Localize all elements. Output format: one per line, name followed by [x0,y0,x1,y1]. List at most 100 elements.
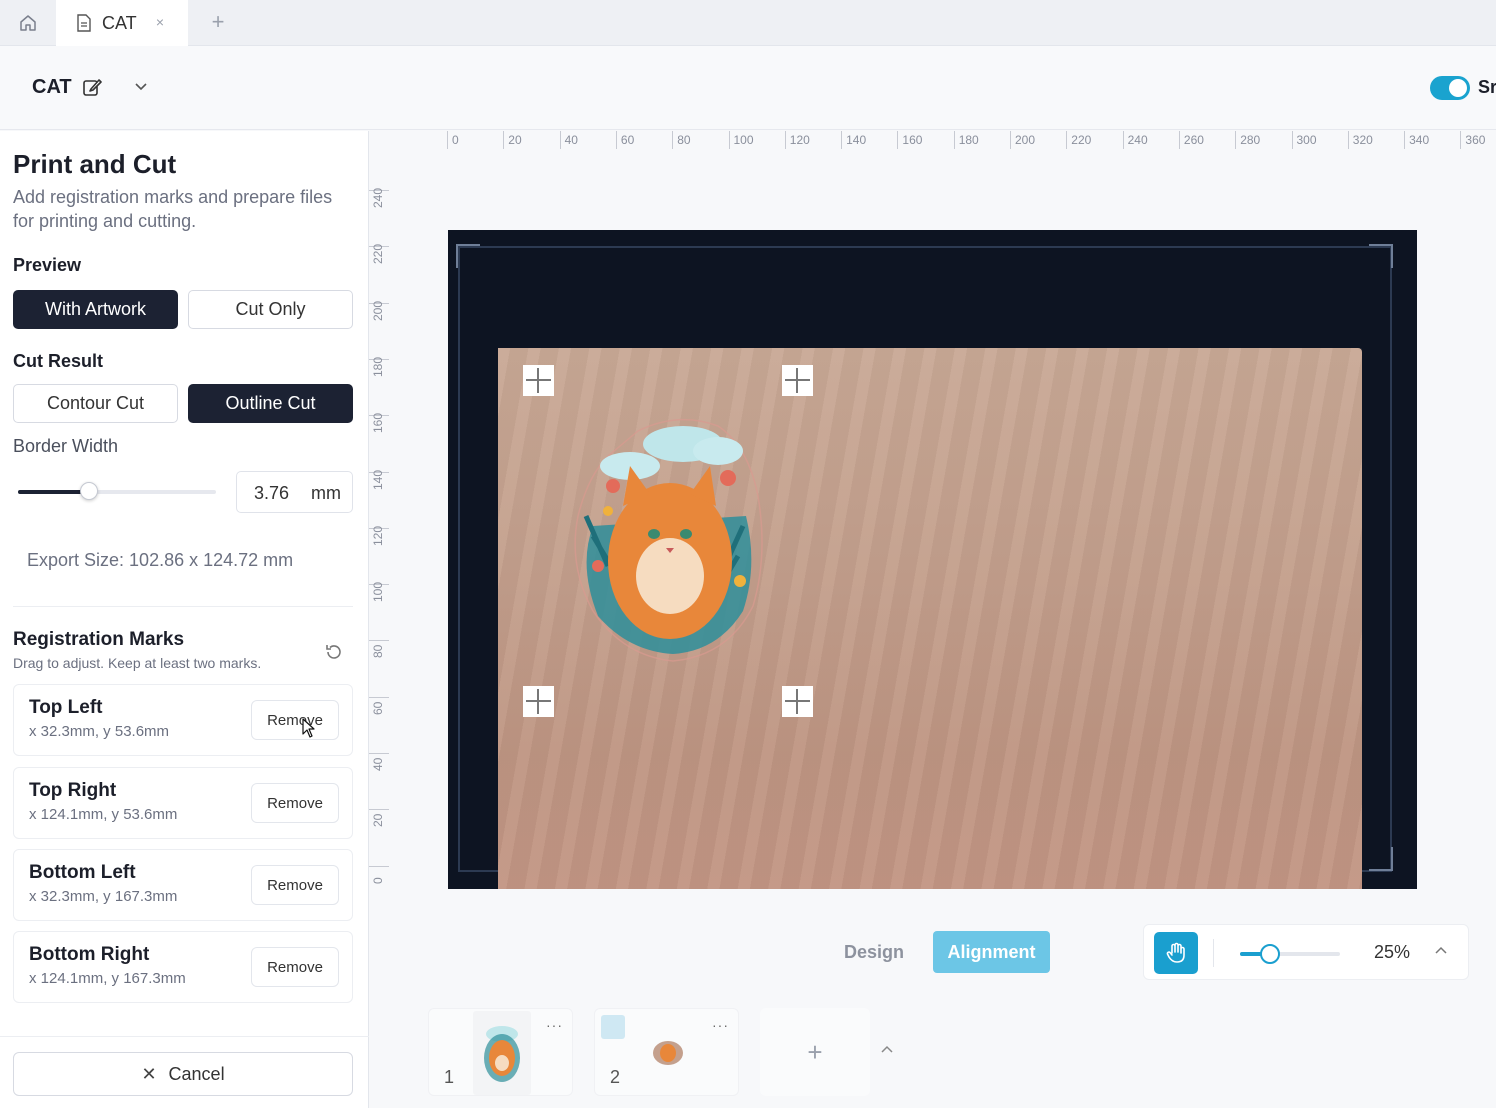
remove-top-left-button[interactable]: Remove [251,700,339,740]
registration-marks-title: Registration Marks [13,629,185,650]
toggle-label: Sr [1478,77,1496,97]
mark-coords: x 32.3mm, y 53.6mm [29,723,170,740]
project-header: CAT Sr [0,46,1496,130]
mark-card-bottom-right[interactable]: Bottom Right x 124.1mm, y 167.3mm Remove [13,931,353,1003]
ruler-tick-label: 120 [371,525,385,546]
registration-mark-bottom-right[interactable] [782,686,813,717]
registration-mark-top-left[interactable] [523,365,554,396]
cut-only-button[interactable]: Cut Only [188,290,353,329]
border-width-label: Border Width [13,436,119,456]
footer-divider [0,1036,369,1037]
ruler-tick-label: 260 [1178,131,1204,149]
ruler-tick-label: 20 [503,131,522,149]
design-mode-button[interactable]: Design [828,931,920,973]
chevron-down-icon[interactable] [134,82,148,92]
border-width-slider[interactable] [18,482,216,500]
mark-name: Top Right [29,780,117,801]
frame-corner [1369,244,1393,268]
frame-corner [1369,847,1393,871]
ruler-tick [369,809,389,811]
ruler-tick-label: 0 [447,131,459,149]
ruler-tick-label: 100 [728,131,754,149]
reset-icon[interactable] [324,642,344,662]
tab-label: CAT [102,12,137,33]
cut-result-label: Cut Result [13,351,103,371]
camera-canvas[interactable] [448,230,1417,889]
remove-top-right-button[interactable]: Remove [251,783,339,823]
chevron-up-icon[interactable] [880,1044,894,1054]
remove-bottom-left-button[interactable]: Remove [251,865,339,905]
chevron-up-icon[interactable] [1434,945,1448,955]
home-tab[interactable] [0,0,56,46]
page-card-1[interactable]: 1 ··· [428,1008,573,1096]
add-tab-button[interactable]: + [204,10,232,36]
border-width-unit: mm [311,483,341,503]
ruler-tick-label: 280 [1235,131,1260,149]
ruler-tick-label: 100 [371,582,385,603]
mark-name: Bottom Left [29,862,136,883]
page-thumbnail [639,1011,697,1095]
ruler-tick-label: 200 [1010,131,1035,149]
ruler-tick-label: 360 [1460,131,1485,149]
tab-close-icon[interactable]: × [156,14,164,30]
contour-cut-button[interactable]: Contour Cut [13,384,178,423]
smart-toggle[interactable] [1430,76,1470,100]
add-page-button[interactable]: + [760,1008,870,1096]
ruler-tick-label: 300 [1291,131,1317,149]
close-icon: ✕ [141,1063,157,1084]
tab-cat[interactable]: CAT × [56,0,188,46]
more-icon[interactable]: ··· [546,1017,563,1033]
zoom-separator [1213,939,1214,967]
remove-bottom-right-button[interactable]: Remove [251,947,339,987]
registration-marks-subtitle: Drag to adjust. Keep at least two marks. [13,655,262,671]
page-number: 1 [444,1067,455,1087]
pan-tool-button[interactable] [1154,932,1198,974]
page-card-2[interactable]: 2 ··· [594,1008,739,1096]
horizontal-ruler: 0 20 40 60 80 100 120 140 160 180 200 220 240 260 280 3… [447,131,1496,149]
cancel-button[interactable]: ✕ Cancel [13,1052,353,1096]
edit-icon[interactable] [82,77,102,97]
ruler-tick-label: 20 [371,813,385,828]
alignment-mode-button[interactable]: Alignment [933,931,1050,973]
page-number: 2 [610,1067,621,1087]
cat-thumbnail [484,1026,520,1082]
project-title: CAT [32,76,72,98]
ruler-tick-label: 240 [371,187,385,208]
more-icon[interactable]: ··· [712,1017,729,1033]
ruler-tick [369,640,389,642]
mark-name: Bottom Right [29,944,150,965]
cat-artwork[interactable] [568,416,768,666]
panel-title: Print and Cut [13,149,177,179]
zoom-value[interactable]: 25% [1374,942,1410,963]
border-width-slider-fill [18,490,90,494]
mouse-pointer-icon [302,718,315,738]
with-artwork-button[interactable]: With Artwork [13,290,178,329]
registration-mark-top-right[interactable] [782,365,813,396]
mark-card-top-right[interactable]: Top Right x 124.1mm, y 53.6mm Remove [13,767,353,839]
ruler-tick-label: 80 [672,131,691,149]
ruler-tick-label: 320 [1347,131,1373,149]
border-width-input[interactable]: 3.76 mm [236,471,353,513]
ruler-tick-label: 180 [371,356,385,377]
zoom-slider-thumb[interactable] [1260,944,1280,964]
border-width-slider-thumb[interactable] [80,482,99,500]
divider [13,606,353,607]
outline-cut-button[interactable]: Outline Cut [188,384,353,423]
zoom-slider[interactable] [1240,944,1340,964]
border-width-value[interactable]: 3.76 [254,483,289,504]
ruler-tick-label: 40 [559,131,578,149]
ruler-tick-label: 60 [371,701,385,715]
ruler-tick-label: 240 [1122,131,1148,149]
ruler-tick-label: 160 [371,413,385,434]
panel-description: Add registration marks and prepare files… [13,187,333,231]
ruler-tick-label: 200 [371,300,385,321]
ruler-tick-label: 60 [615,131,634,149]
ruler-tick-label: 120 [784,131,810,149]
mark-card-bottom-left[interactable]: Bottom Left x 32.3mm, y 167.3mm Remove [13,849,353,921]
ruler-tick-label: 220 [1066,131,1091,149]
ruler-tick-label: 0 [371,876,385,884]
mark-coords: x 32.3mm, y 167.3mm [29,888,178,905]
home-icon [20,15,36,31]
ruler-tick-label: 180 [953,131,979,149]
registration-mark-bottom-left[interactable] [523,686,554,717]
